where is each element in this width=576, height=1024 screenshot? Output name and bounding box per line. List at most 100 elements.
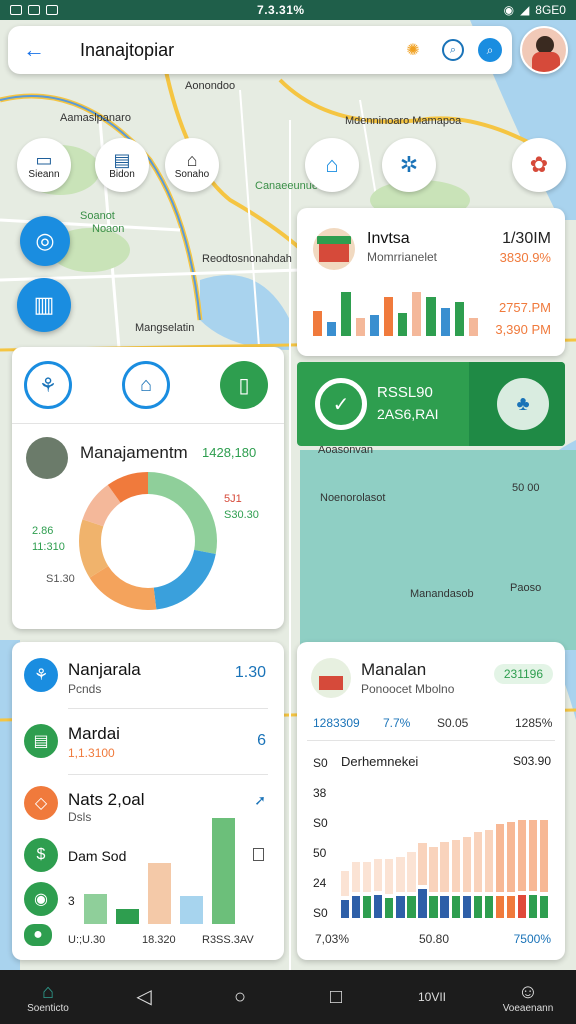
nav-recent[interactable]: □ (296, 986, 376, 1008)
map-label: Mdenninoaro Mamapoa (345, 115, 462, 127)
list-footer-2: 18.320 (142, 934, 176, 946)
building-icon[interactable]: ▯ (220, 361, 268, 409)
building-fab[interactable]: ▥ (17, 278, 71, 332)
column-bottom (418, 889, 427, 918)
nav-recent-label[interactable]: 10VII (392, 990, 472, 1004)
list-item-title: Nanjarala (68, 660, 141, 679)
bar-stat-4: 1285% (515, 716, 553, 730)
column-bottom (385, 897, 394, 918)
list-chart-bar (212, 818, 236, 924)
list-item-title: Nats 2,oal (68, 790, 145, 809)
donut-card[interactable]: ⚘ ⌂ ▯ Manajamentm 1428,180 5J1 S30.30 2.… (12, 347, 284, 629)
donut-title: Manajamentm (80, 443, 188, 462)
column-top (407, 852, 416, 893)
y-tick-label: 38 (313, 786, 327, 800)
column-bottom (539, 896, 549, 918)
quick-action-wallet[interactable]: ▭ Sieann (17, 138, 71, 192)
chart-value: S03.90 (512, 754, 551, 768)
column-top (528, 820, 538, 891)
compass-fab[interactable]: ◎ (20, 216, 70, 266)
stats-subtitle: Momrrianelet (367, 250, 438, 264)
bar-footer-3: 7500% (513, 932, 551, 946)
legend-right-2: S30.30 (224, 509, 259, 521)
stats-bar (426, 296, 436, 336)
nav-home-circle[interactable]: ○ (200, 986, 280, 1008)
y-tick-label: 50 (313, 846, 327, 860)
column-top (451, 840, 460, 893)
building-icon: ▥ (33, 292, 55, 317)
map-settings-button[interactable]: ✲ (382, 138, 436, 192)
puzzle-icon[interactable]: ⚘ (24, 361, 72, 409)
search-icon[interactable]: ⌕ (442, 39, 464, 61)
map-search-icon[interactable]: ⌕ (478, 38, 502, 62)
bank-icon[interactable]: ⌂ (122, 361, 170, 409)
back-triangle-icon: ◁ (136, 986, 152, 1008)
y-tick-label: S0 (313, 906, 328, 920)
nav-profile[interactable]: ☺ Voeaenann (488, 981, 568, 1014)
donut-value: 1428,180 (202, 445, 257, 460)
back-arrow-icon[interactable]: ← (18, 34, 50, 66)
list-card[interactable]: ⚘ Nanjarala Pcnds 1.30 ▤ Mardai 1,1.3100… (12, 642, 284, 960)
status-time: 7.3.31% (257, 3, 305, 17)
quick-action-document[interactable]: ▤ Bidon (95, 138, 149, 192)
message-icon (28, 5, 40, 15)
map-label: Canaeeunue (255, 180, 319, 192)
camera-icon: ● (24, 924, 52, 946)
quick-action-car[interactable]: ⌂ Sonaho (165, 138, 219, 192)
y-tick-label: S0 (313, 756, 328, 770)
nav-home[interactable]: ⌂ Soenticto (8, 981, 88, 1014)
column-top (539, 819, 549, 893)
map-plant-button[interactable]: ✿ (512, 138, 566, 192)
checkbox[interactable] (253, 848, 264, 861)
column-top (374, 858, 383, 891)
map-bank-button[interactable]: ⌂ (305, 138, 359, 192)
search-bar[interactable]: ← Inanajtopiar ✺ ⌕ ⌕ (8, 26, 512, 74)
column-top (396, 857, 405, 893)
divider (307, 740, 555, 741)
calendar-icon: ▤ (24, 724, 58, 758)
list-bar-chart (84, 818, 244, 924)
legend-left-1: 2.86 (32, 525, 54, 537)
wifi-icon: ◉ (503, 3, 515, 17)
stats-bar (468, 317, 479, 336)
nav-home-label: Soenticto (27, 1002, 69, 1014)
tree-icon: ♣ (497, 378, 549, 430)
car-icon: ⌂ (186, 149, 198, 170)
donut-chart (79, 472, 217, 610)
column-bottom (451, 896, 460, 918)
stats-bar (327, 322, 337, 336)
column-top (341, 870, 350, 896)
list-item-title: Mardai (68, 724, 120, 743)
nav-back[interactable]: ◁ (104, 986, 184, 1008)
stats-bar (341, 292, 351, 336)
chat-icon: ◉ (24, 882, 58, 916)
bar-footer-1: 7,03% (315, 932, 350, 946)
column-bottom (495, 896, 505, 918)
column-bottom (363, 896, 372, 918)
bar-chart-card[interactable]: Manalan Ponoocet Mbolno 231196 1283309 7… (297, 642, 565, 960)
avatar[interactable] (520, 26, 568, 74)
list-item-value: 6 (257, 732, 266, 749)
stats-mini-chart (313, 290, 483, 336)
stats-card[interactable]: Invtsa Momrrianelet 1/30IM 3830.9% 2757.… (297, 208, 565, 356)
settings-icon: ✲ (399, 152, 419, 177)
nav-profile-label: Voeaenann (502, 1002, 554, 1014)
check-icon: ✓ (315, 378, 367, 430)
calendar-icon (46, 5, 58, 15)
column-top (363, 862, 372, 893)
map-label: Noenorolasot (320, 492, 386, 504)
sun-icon[interactable]: ✺ (398, 35, 428, 65)
column-bottom (528, 894, 538, 918)
column-top (517, 820, 527, 891)
column-bottom (462, 896, 471, 918)
list-extra-row: 3 (68, 894, 75, 908)
y-tick-label: 24 (313, 876, 327, 890)
donut-bottom-label: S1.30 (46, 573, 75, 585)
quick-action-label: Sonaho (174, 168, 210, 180)
bar-stat-1: 1283309 (313, 716, 360, 730)
column-bottom (341, 900, 350, 918)
balance-card[interactable]: ✓ RSSL90 2AS6,RAI ♣ (297, 362, 565, 446)
legend-right-1: 5J1 (224, 493, 242, 505)
battery-level: 8GE0 (535, 3, 566, 17)
arrow-icon[interactable]: ➚ (254, 792, 266, 809)
